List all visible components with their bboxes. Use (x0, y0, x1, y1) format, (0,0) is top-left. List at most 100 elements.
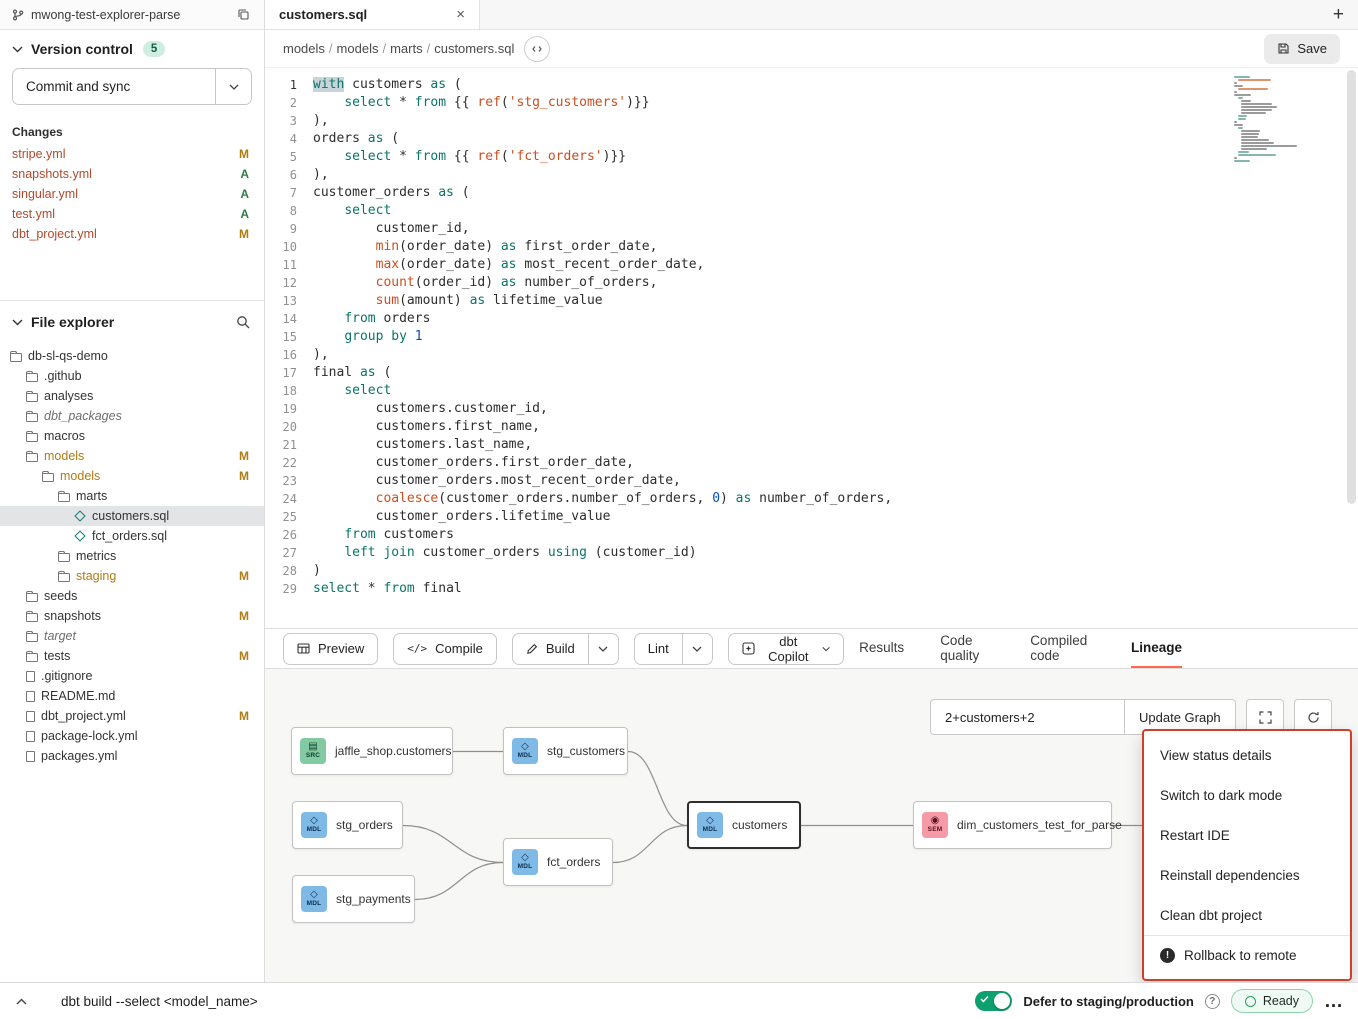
breadcrumb-item[interactable]: marts (390, 41, 423, 56)
chevron-down-icon[interactable] (12, 46, 23, 53)
scrollbar-thumb[interactable] (1347, 70, 1356, 504)
defer-toggle[interactable] (975, 991, 1012, 1011)
changed-file-row[interactable]: test.ymlA (0, 204, 264, 224)
commit-options-button[interactable] (215, 69, 251, 104)
tree-item-customers.sql[interactable]: customers.sql (0, 506, 264, 526)
code-line[interactable]: 23 customer_orders.most_recent_order_dat… (265, 472, 1358, 490)
breadcrumb-item[interactable]: models (337, 41, 379, 56)
tree-item-package-lock.yml[interactable]: package-lock.yml (0, 726, 264, 746)
code-line[interactable]: 17final as ( (265, 364, 1358, 382)
tree-item-macros[interactable]: macros (0, 426, 264, 446)
tree-item-README.md[interactable]: README.md (0, 686, 264, 706)
changed-file-row[interactable]: stripe.ymlM (0, 144, 264, 164)
code-line[interactable]: 8 select (265, 202, 1358, 220)
expand-command-bar-button[interactable] (14, 996, 29, 1007)
new-tab-button[interactable]: + (1333, 4, 1344, 26)
code-line[interactable]: 3), (265, 112, 1358, 130)
code-line[interactable]: 20 customers.first_name, (265, 418, 1358, 436)
lineage-node-customers[interactable]: ◇MDLcustomers (687, 801, 801, 849)
code-line[interactable]: 9 customer_id, (265, 220, 1358, 238)
copy-ref-button[interactable] (524, 36, 550, 62)
code-line[interactable]: 28) (265, 562, 1358, 580)
file-search-button[interactable] (234, 313, 252, 331)
lineage-node-stg_orders[interactable]: ◇MDLstg_orders (292, 801, 403, 849)
code-line[interactable]: 27 left join customer_orders using (cust… (265, 544, 1358, 562)
code-line[interactable]: 15 group by 1 (265, 328, 1358, 346)
menu-item-rollback-to-remote[interactable]: !Rollback to remote (1144, 935, 1350, 975)
menu-item-view-status-details[interactable]: View status details (1144, 735, 1350, 775)
lineage-node-stg_customers[interactable]: ◇MDLstg_customers (503, 727, 628, 775)
tree-item-packages.yml[interactable]: packages.yml (0, 746, 264, 766)
lineage-node-stg_payments[interactable]: ◇MDLstg_payments (292, 875, 415, 923)
tab-code-quality[interactable]: Code quality (940, 629, 994, 668)
tree-item-analyses[interactable]: analyses (0, 386, 264, 406)
dbt-copilot-button[interactable]: dbt Copilot (728, 633, 844, 665)
tree-item-.github[interactable]: .github (0, 366, 264, 386)
code-line[interactable]: 7customer_orders as ( (265, 184, 1358, 202)
code-line[interactable]: 18 select (265, 382, 1358, 400)
lineage-node-jaffle_shop_customers[interactable]: ▤SRCjaffle_shop.customers (291, 727, 453, 775)
more-options-button[interactable]: … (1324, 992, 1344, 1011)
code-line[interactable]: 4orders as ( (265, 130, 1358, 148)
code-line[interactable]: 12 count(order_id) as number_of_orders, (265, 274, 1358, 292)
code-line[interactable]: 14 from orders (265, 310, 1358, 328)
status-ready-badge[interactable]: Ready (1231, 989, 1313, 1013)
code-line[interactable]: 5 select * from {{ ref('fct_orders')}} (265, 148, 1358, 166)
close-tab-button[interactable]: × (456, 7, 465, 22)
tree-item-staging[interactable]: stagingM (0, 566, 264, 586)
lint-button[interactable]: Lint (634, 633, 683, 665)
code-line[interactable]: 25 customer_orders.lifetime_value (265, 508, 1358, 526)
menu-item-clean-dbt-project[interactable]: Clean dbt project (1144, 895, 1350, 935)
menu-item-switch-to-dark-mode[interactable]: Switch to dark mode (1144, 775, 1350, 815)
build-options-button[interactable] (589, 633, 619, 665)
lint-options-button[interactable] (683, 633, 713, 665)
code-line[interactable]: 24 coalesce(customer_orders.number_of_or… (265, 490, 1358, 508)
tab-results[interactable]: Results (859, 629, 904, 668)
tree-item-snapshots[interactable]: snapshotsM (0, 606, 264, 626)
copy-branch-button[interactable] (235, 6, 252, 23)
editor-scrollbar[interactable] (1347, 70, 1356, 626)
breadcrumb-item[interactable]: models (283, 41, 325, 56)
breadcrumb-item[interactable]: customers.sql (434, 41, 514, 56)
code-line[interactable]: 19 customers.customer_id, (265, 400, 1358, 418)
save-button[interactable]: Save (1264, 34, 1340, 64)
commit-and-sync-button[interactable]: Commit and sync (13, 69, 215, 104)
tree-item-db-sl-qs-demo[interactable]: db-sl-qs-demo (0, 346, 264, 366)
tree-item-target[interactable]: target (0, 626, 264, 646)
tree-item-metrics[interactable]: metrics (0, 546, 264, 566)
tree-item-models[interactable]: modelsM (0, 446, 264, 466)
preview-button[interactable]: Preview (283, 633, 378, 665)
command-input-hint[interactable]: dbt build --select <model_name> (61, 994, 258, 1009)
code-line[interactable]: 26 from customers (265, 526, 1358, 544)
menu-item-restart-ide[interactable]: Restart IDE (1144, 815, 1350, 855)
code-editor[interactable]: 1with customers as (2 select * from {{ r… (265, 68, 1358, 628)
lineage-filter-input[interactable] (930, 699, 1125, 735)
lineage-node-dim_customers_test_for_parse[interactable]: ◉SEMdim_customers_test_for_parse (913, 801, 1112, 849)
code-line[interactable]: 11 max(order_date) as most_recent_order_… (265, 256, 1358, 274)
changed-file-row[interactable]: singular.ymlA (0, 184, 264, 204)
minimap[interactable] (1234, 76, 1294, 163)
code-line[interactable]: 22 customer_orders.first_order_date, (265, 454, 1358, 472)
menu-item-reinstall-dependencies[interactable]: Reinstall dependencies (1144, 855, 1350, 895)
code-line[interactable]: 10 min(order_date) as first_order_date, (265, 238, 1358, 256)
tree-item-marts[interactable]: marts (0, 486, 264, 506)
tree-item-models[interactable]: modelsM (0, 466, 264, 486)
build-button[interactable]: Build (512, 633, 589, 665)
tree-item-dbt_project.yml[interactable]: dbt_project.ymlM (0, 706, 264, 726)
changed-file-row[interactable]: dbt_project.ymlM (0, 224, 264, 244)
tab-compiled-code[interactable]: Compiled code (1030, 629, 1095, 668)
code-line[interactable]: 29select * from final (265, 580, 1358, 598)
code-line[interactable]: 6), (265, 166, 1358, 184)
tree-item-dbt_packages[interactable]: dbt_packages (0, 406, 264, 426)
changed-file-row[interactable]: snapshots.ymlA (0, 164, 264, 184)
tab-customers-sql[interactable]: customers.sql × (265, 0, 480, 29)
chevron-down-icon[interactable] (12, 319, 23, 326)
code-line[interactable]: 1with customers as ( (265, 76, 1358, 94)
code-line[interactable]: 13 sum(amount) as lifetime_value (265, 292, 1358, 310)
code-line[interactable]: 2 select * from {{ ref('stg_customers')}… (265, 94, 1358, 112)
tree-item-fct_orders.sql[interactable]: fct_orders.sql (0, 526, 264, 546)
tab-lineage[interactable]: Lineage (1131, 629, 1182, 668)
code-line[interactable]: 21 customers.last_name, (265, 436, 1358, 454)
tree-item-seeds[interactable]: seeds (0, 586, 264, 606)
tree-item-.gitignore[interactable]: .gitignore (0, 666, 264, 686)
